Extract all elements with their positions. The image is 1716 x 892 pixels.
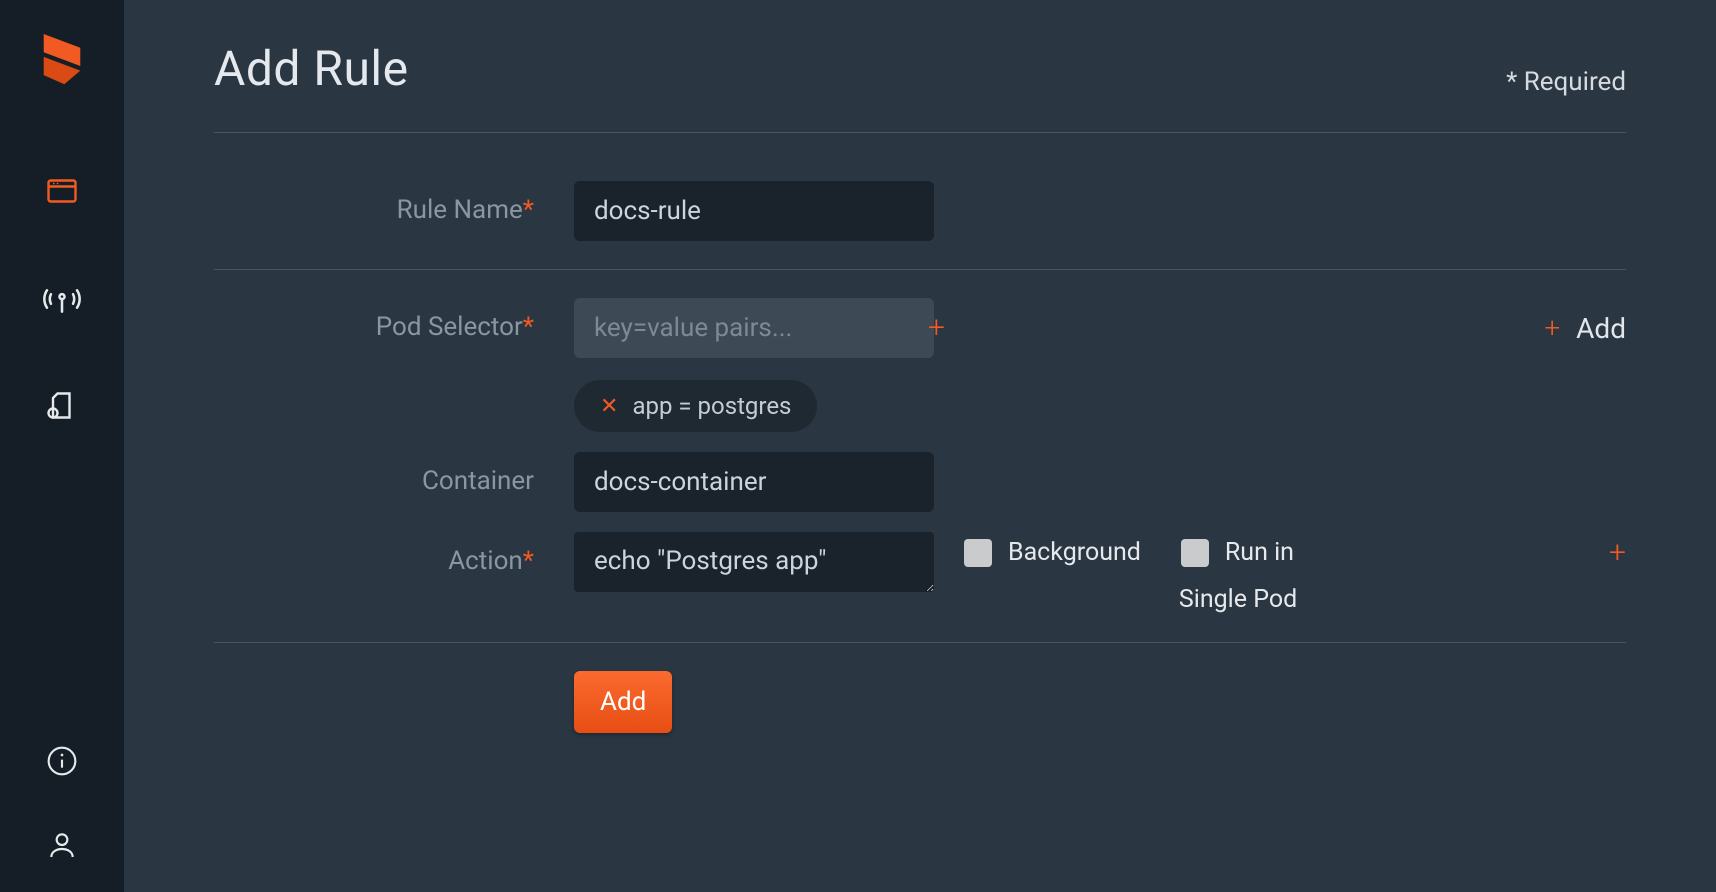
label-container-text: Container	[422, 466, 534, 496]
nav-document-icon[interactable]	[43, 388, 81, 426]
required-asterisk: *	[523, 546, 534, 576]
action-add-icon[interactable]: +	[1609, 538, 1626, 568]
label-action: Action*	[214, 532, 534, 576]
page-header: Add Rule * Required	[214, 40, 1626, 133]
pod-selector-tag: ✕ app = postgres	[574, 380, 817, 432]
pod-selector-add-button[interactable]: + Add	[1544, 312, 1626, 345]
row-pod-selector: Pod Selector* + + Add ✕ app = p	[214, 270, 1626, 442]
input-cell-rule-name	[574, 181, 1626, 241]
page-title: Add Rule	[214, 40, 409, 97]
label-empty	[214, 671, 534, 685]
label-pod-selector-text: Pod Selector	[376, 312, 523, 342]
label-action-text: Action	[448, 546, 523, 576]
required-asterisk: *	[523, 195, 534, 225]
row-container: Container	[214, 442, 1626, 522]
background-checkbox-label: Background	[1008, 538, 1141, 567]
label-pod-selector: Pod Selector*	[214, 298, 534, 342]
pod-selector-add-label: Add	[1576, 312, 1626, 345]
row-submit: Add	[214, 643, 1626, 761]
rule-name-input[interactable]	[574, 181, 934, 241]
nav-dashboard-icon[interactable]	[43, 172, 81, 210]
plus-icon: +	[1544, 314, 1560, 342]
pod-selector-input-wrap: +	[574, 298, 934, 358]
label-container: Container	[214, 452, 534, 496]
pod-selector-inline-add-icon[interactable]: +	[928, 313, 945, 343]
main-content: Add Rule * Required Rule Name* Pod Selec…	[124, 0, 1716, 892]
required-hint: * Required	[1506, 67, 1626, 97]
tag-text: app = postgres	[632, 392, 791, 420]
input-cell-pod-selector: + + Add ✕ app = postgres	[574, 298, 1626, 432]
container-input[interactable]	[574, 452, 934, 512]
user-icon[interactable]	[45, 828, 79, 862]
sidebar	[0, 0, 124, 892]
row-action: Action* Background Run in	[214, 522, 1626, 643]
action-input[interactable]	[574, 532, 934, 592]
required-asterisk: *	[523, 312, 534, 342]
label-rule-name-text: Rule Name	[397, 195, 523, 225]
pod-selector-tags: ✕ app = postgres	[574, 380, 1626, 432]
label-rule-name: Rule Name*	[214, 181, 534, 225]
rule-form: Rule Name* Pod Selector* + + Add	[214, 133, 1626, 761]
tag-remove-icon[interactable]: ✕	[600, 394, 618, 419]
nav-broadcast-icon[interactable]	[43, 280, 81, 318]
background-checkbox[interactable]	[964, 539, 992, 567]
nav-primary	[43, 172, 81, 426]
nav-bottom	[45, 744, 79, 862]
input-cell-container	[574, 452, 1626, 512]
run-single-pod-label-2: Single Pod	[1179, 585, 1297, 614]
pod-selector-input[interactable]	[594, 313, 928, 343]
background-checkbox-wrap: Background	[964, 538, 1141, 567]
input-cell-submit: Add	[574, 671, 1626, 733]
row-rule-name: Rule Name*	[214, 153, 1626, 270]
run-single-pod-label-1: Run in	[1225, 538, 1294, 567]
input-cell-action: Background Run in Single Pod +	[574, 532, 1626, 614]
run-single-pod-checkbox[interactable]	[1181, 539, 1209, 567]
brand-logo	[37, 30, 87, 102]
run-single-pod-checkbox-wrap: Run in	[1181, 538, 1297, 567]
info-icon[interactable]	[45, 744, 79, 778]
add-button[interactable]: Add	[574, 671, 672, 733]
